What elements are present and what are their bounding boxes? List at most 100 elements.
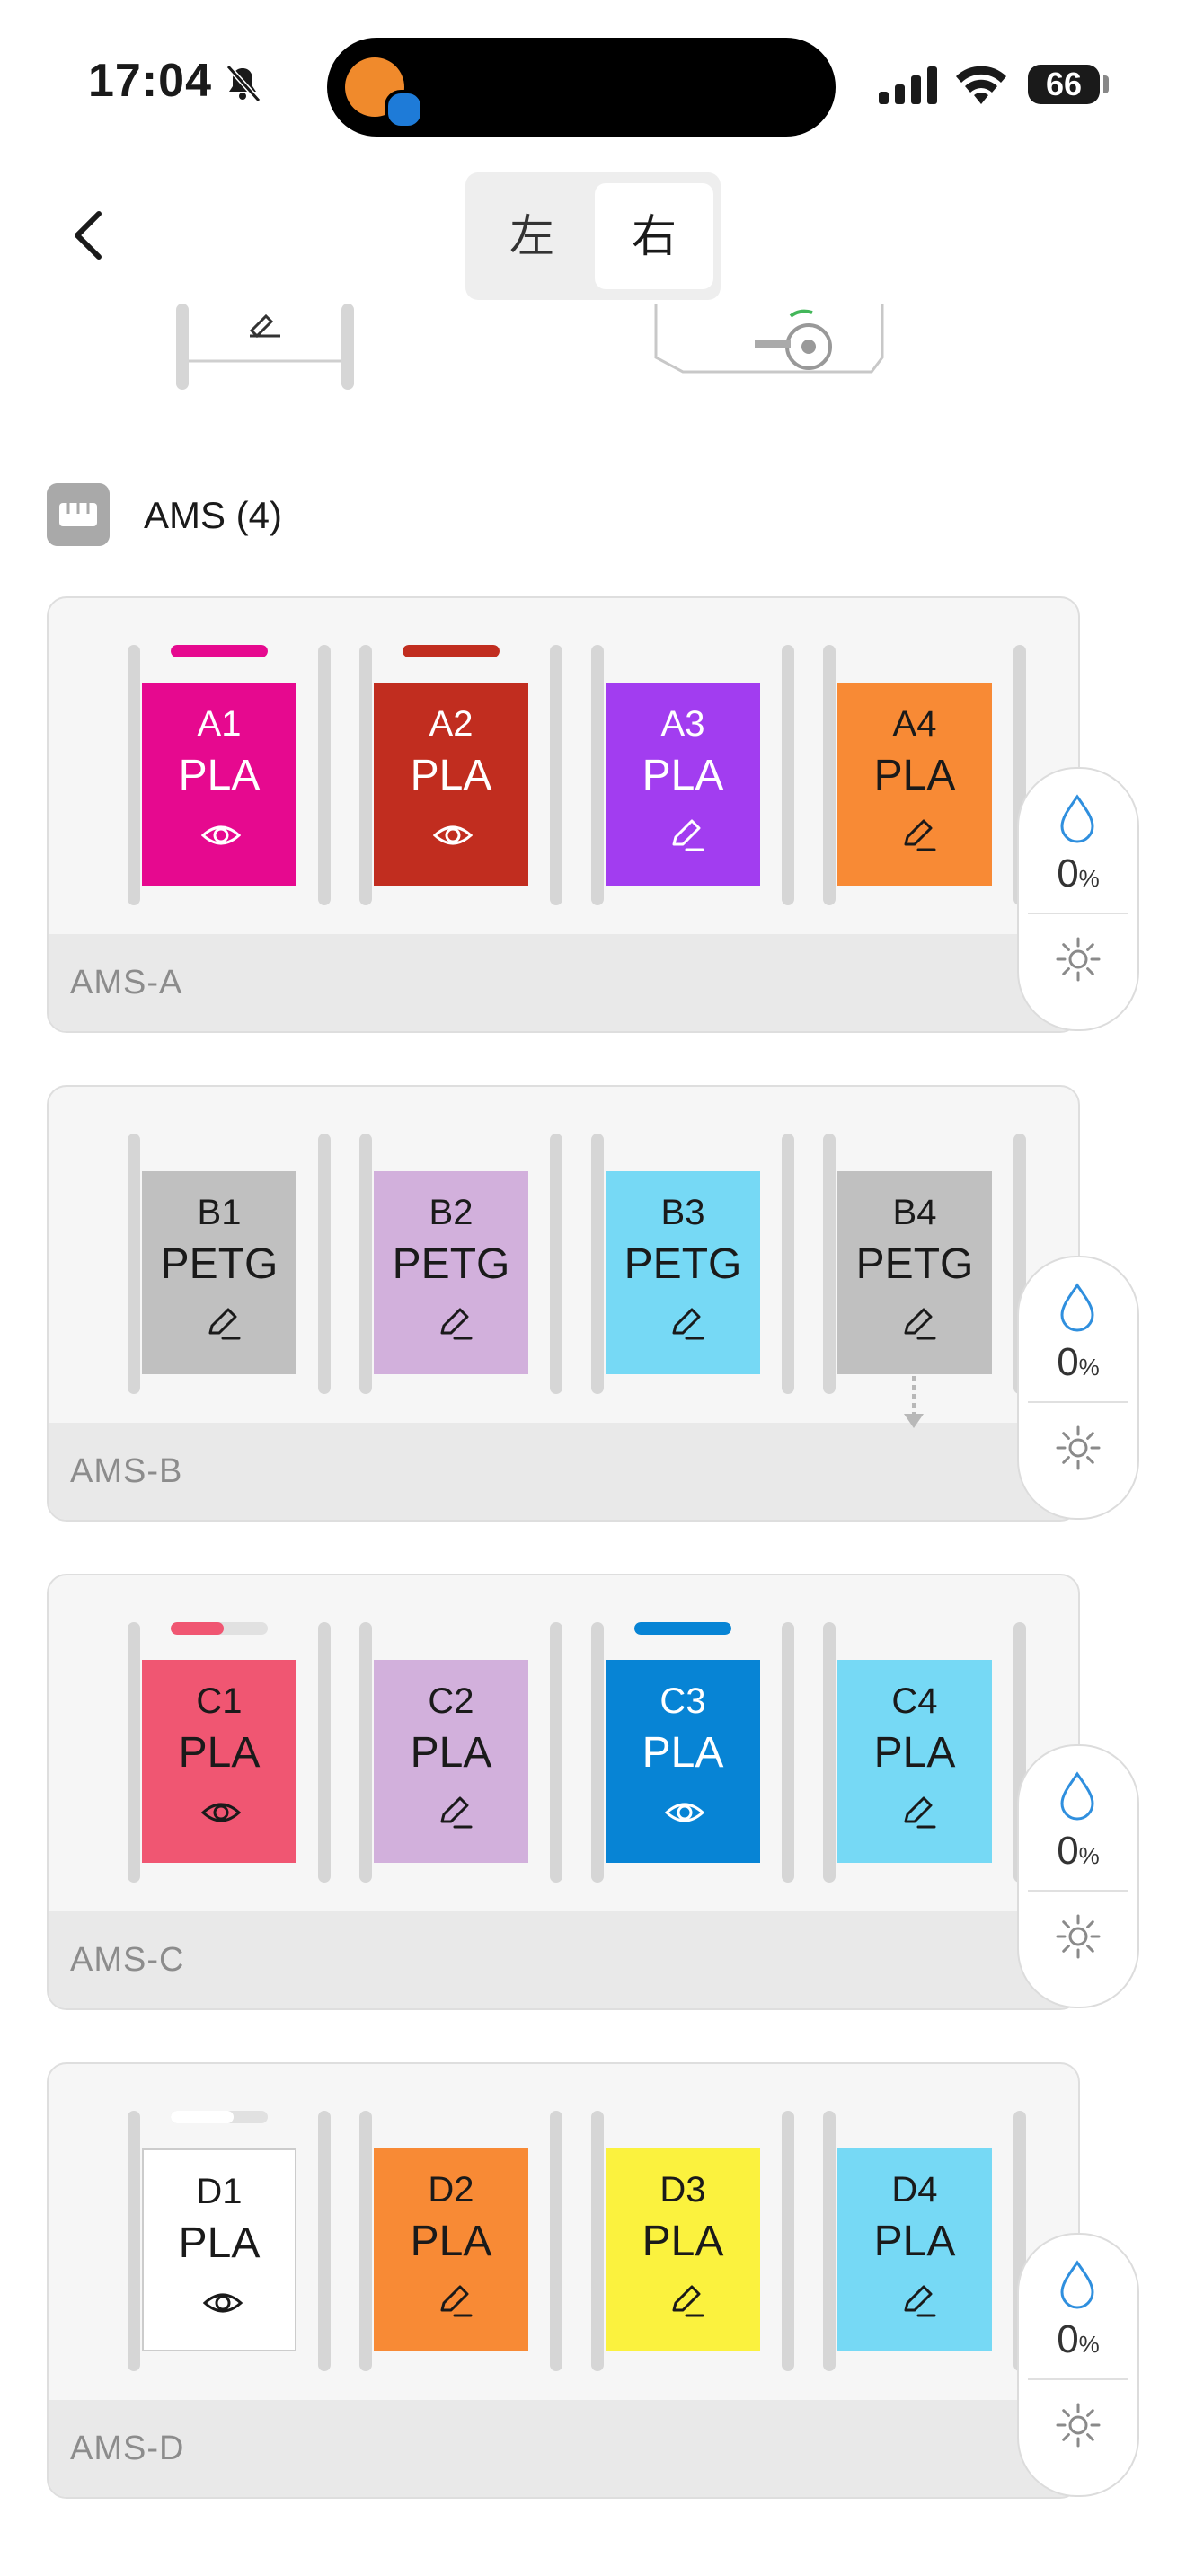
pencil-icon[interactable] bbox=[897, 1793, 936, 1832]
slot-d2[interactable]: D2 PLA bbox=[359, 2111, 562, 2371]
ams-icon bbox=[47, 483, 110, 546]
slot-a4[interactable]: A4 PLA bbox=[823, 645, 1026, 905]
slot-material-label: PETG bbox=[855, 1240, 974, 1288]
pencil-icon[interactable] bbox=[897, 1304, 936, 1344]
wifi-icon bbox=[956, 66, 1006, 104]
tab-right[interactable]: 右 bbox=[595, 183, 713, 289]
pencil-icon[interactable] bbox=[665, 816, 704, 855]
slot-b1[interactable]: B1 PETG bbox=[128, 1134, 331, 1394]
slot-material-label: PETG bbox=[624, 1240, 742, 1288]
slot-c4[interactable]: C4 PLA bbox=[823, 1622, 1026, 1883]
slot-a3[interactable]: A3 PLA bbox=[591, 645, 794, 905]
humidity-value: 0% bbox=[1019, 2317, 1137, 2362]
slot-id-label: A3 bbox=[660, 704, 705, 744]
ams-unit-ams-c: AMS-C C1 PLA C2 PLA C3 PLA C4 PLA 0% bbox=[47, 1574, 1139, 2010]
slot-rail-left bbox=[591, 2111, 604, 2371]
humidity-panel-divider bbox=[1028, 913, 1128, 914]
slot-rail-right bbox=[782, 645, 794, 905]
slot-id-label: B3 bbox=[660, 1193, 705, 1232]
bell-muted-icon bbox=[226, 64, 261, 102]
slot-rail-right bbox=[550, 1622, 562, 1883]
drying-sun-icon[interactable] bbox=[1055, 1913, 1102, 1960]
filament-spool[interactable]: B4 PETG bbox=[837, 1171, 992, 1374]
humidity-drop-icon[interactable] bbox=[1058, 1283, 1096, 1333]
pencil-icon[interactable] bbox=[433, 1304, 473, 1344]
pencil-icon[interactable] bbox=[665, 2281, 704, 2321]
ams-unit-label: AMS-D bbox=[70, 2430, 185, 2467]
filament-spool[interactable]: D2 PLA bbox=[374, 2148, 528, 2351]
slot-rail-left bbox=[823, 1134, 836, 1394]
slot-d4[interactable]: D4 PLA bbox=[823, 2111, 1026, 2371]
humidity-panel: 0% bbox=[1017, 767, 1139, 1031]
slot-rail-left bbox=[823, 2111, 836, 2371]
slot-rail-left bbox=[591, 1622, 604, 1883]
pencil-icon[interactable] bbox=[665, 1304, 704, 1344]
slot-id-label: D4 bbox=[891, 2170, 938, 2210]
humidity-unit: % bbox=[1078, 865, 1100, 892]
humidity-panel: 0% bbox=[1017, 1744, 1139, 2008]
filament-spool[interactable]: A2 PLA bbox=[374, 683, 528, 886]
ams-unit-card: AMS-B B1 PETG B2 PETG B3 PETG B4 PETG bbox=[47, 1085, 1080, 1522]
slot-a2[interactable]: A2 PLA bbox=[359, 645, 562, 905]
filament-level-fill bbox=[171, 1622, 225, 1635]
slot-material-label: PLA bbox=[642, 2218, 724, 2265]
eye-icon[interactable] bbox=[200, 816, 242, 855]
slot-b4[interactable]: B4 PETG bbox=[823, 1134, 1026, 1428]
slot-a1[interactable]: A1 PLA bbox=[128, 645, 331, 905]
filament-spool[interactable]: D4 PLA bbox=[837, 2148, 992, 2351]
tab-left[interactable]: 左 bbox=[473, 183, 591, 289]
eye-icon[interactable] bbox=[202, 2283, 243, 2323]
filament-spool[interactable]: B1 PETG bbox=[142, 1171, 296, 1374]
slot-b3[interactable]: B3 PETG bbox=[591, 1134, 794, 1394]
filament-spool[interactable]: C1 PLA bbox=[142, 1660, 296, 1863]
slot-id-label: D3 bbox=[659, 2170, 706, 2210]
eye-icon[interactable] bbox=[432, 816, 474, 855]
slot-material-label: PLA bbox=[873, 1729, 956, 1777]
status-time: 17:04 bbox=[88, 55, 212, 107]
pencil-icon[interactable] bbox=[201, 1304, 241, 1344]
ams-unit-label: AMS-B bbox=[70, 1452, 183, 1490]
filament-spool[interactable]: A1 PLA bbox=[142, 683, 296, 886]
pencil-icon[interactable] bbox=[433, 2281, 473, 2321]
slot-b2[interactable]: B2 PETG bbox=[359, 1134, 562, 1394]
filament-spool[interactable]: B3 PETG bbox=[606, 1171, 760, 1374]
filament-spool[interactable]: C2 PLA bbox=[374, 1660, 528, 1863]
slot-rail-right bbox=[318, 2111, 331, 2371]
slot-rail-left bbox=[359, 1134, 372, 1394]
humidity-panel-divider bbox=[1028, 2378, 1128, 2380]
drying-sun-icon[interactable] bbox=[1055, 2402, 1102, 2448]
ams-unit-footer: AMS-B bbox=[49, 1423, 1078, 1520]
filament-spool[interactable]: A3 PLA bbox=[606, 683, 760, 886]
slot-c3[interactable]: C3 PLA bbox=[591, 1622, 794, 1883]
filament-spool[interactable]: C4 PLA bbox=[837, 1660, 992, 1863]
humidity-panel: 0% bbox=[1017, 2233, 1139, 2497]
slot-c2[interactable]: C2 PLA bbox=[359, 1622, 562, 1883]
drying-sun-icon[interactable] bbox=[1055, 936, 1102, 983]
slot-material-label: PLA bbox=[873, 752, 956, 799]
humidity-number: 0 bbox=[1057, 1340, 1079, 1384]
slot-rail-left bbox=[823, 1622, 836, 1883]
filament-spool[interactable]: D1 PLA bbox=[142, 2148, 296, 2351]
slot-d1[interactable]: D1 PLA bbox=[128, 2111, 331, 2371]
filament-spool[interactable]: B2 PETG bbox=[374, 1171, 528, 1374]
slot-c1[interactable]: C1 PLA bbox=[128, 1622, 331, 1883]
humidity-drop-icon[interactable] bbox=[1058, 2260, 1096, 2310]
printer-preview-graphic bbox=[654, 304, 884, 374]
pencil-icon[interactable] bbox=[433, 1793, 473, 1832]
drying-sun-icon[interactable] bbox=[1055, 1425, 1102, 1471]
slot-rail-right bbox=[318, 1134, 331, 1394]
eye-icon[interactable] bbox=[200, 1793, 242, 1832]
humidity-drop-icon[interactable] bbox=[1058, 1771, 1096, 1822]
filament-spool[interactable]: D3 PLA bbox=[606, 2148, 760, 2351]
pencil-icon[interactable] bbox=[897, 816, 936, 855]
filament-spool[interactable]: C3 PLA bbox=[606, 1660, 760, 1863]
filament-spool[interactable]: A4 PLA bbox=[837, 683, 992, 886]
slot-d3[interactable]: D3 PLA bbox=[591, 2111, 794, 2371]
humidity-drop-icon[interactable] bbox=[1058, 794, 1096, 844]
filament-level-fill bbox=[403, 645, 500, 657]
slot-rail-left bbox=[591, 1134, 604, 1394]
pencil-icon[interactable] bbox=[897, 2281, 936, 2321]
eye-icon[interactable] bbox=[664, 1793, 705, 1832]
slot-id-label: A4 bbox=[892, 704, 937, 744]
back-button[interactable] bbox=[63, 199, 117, 271]
